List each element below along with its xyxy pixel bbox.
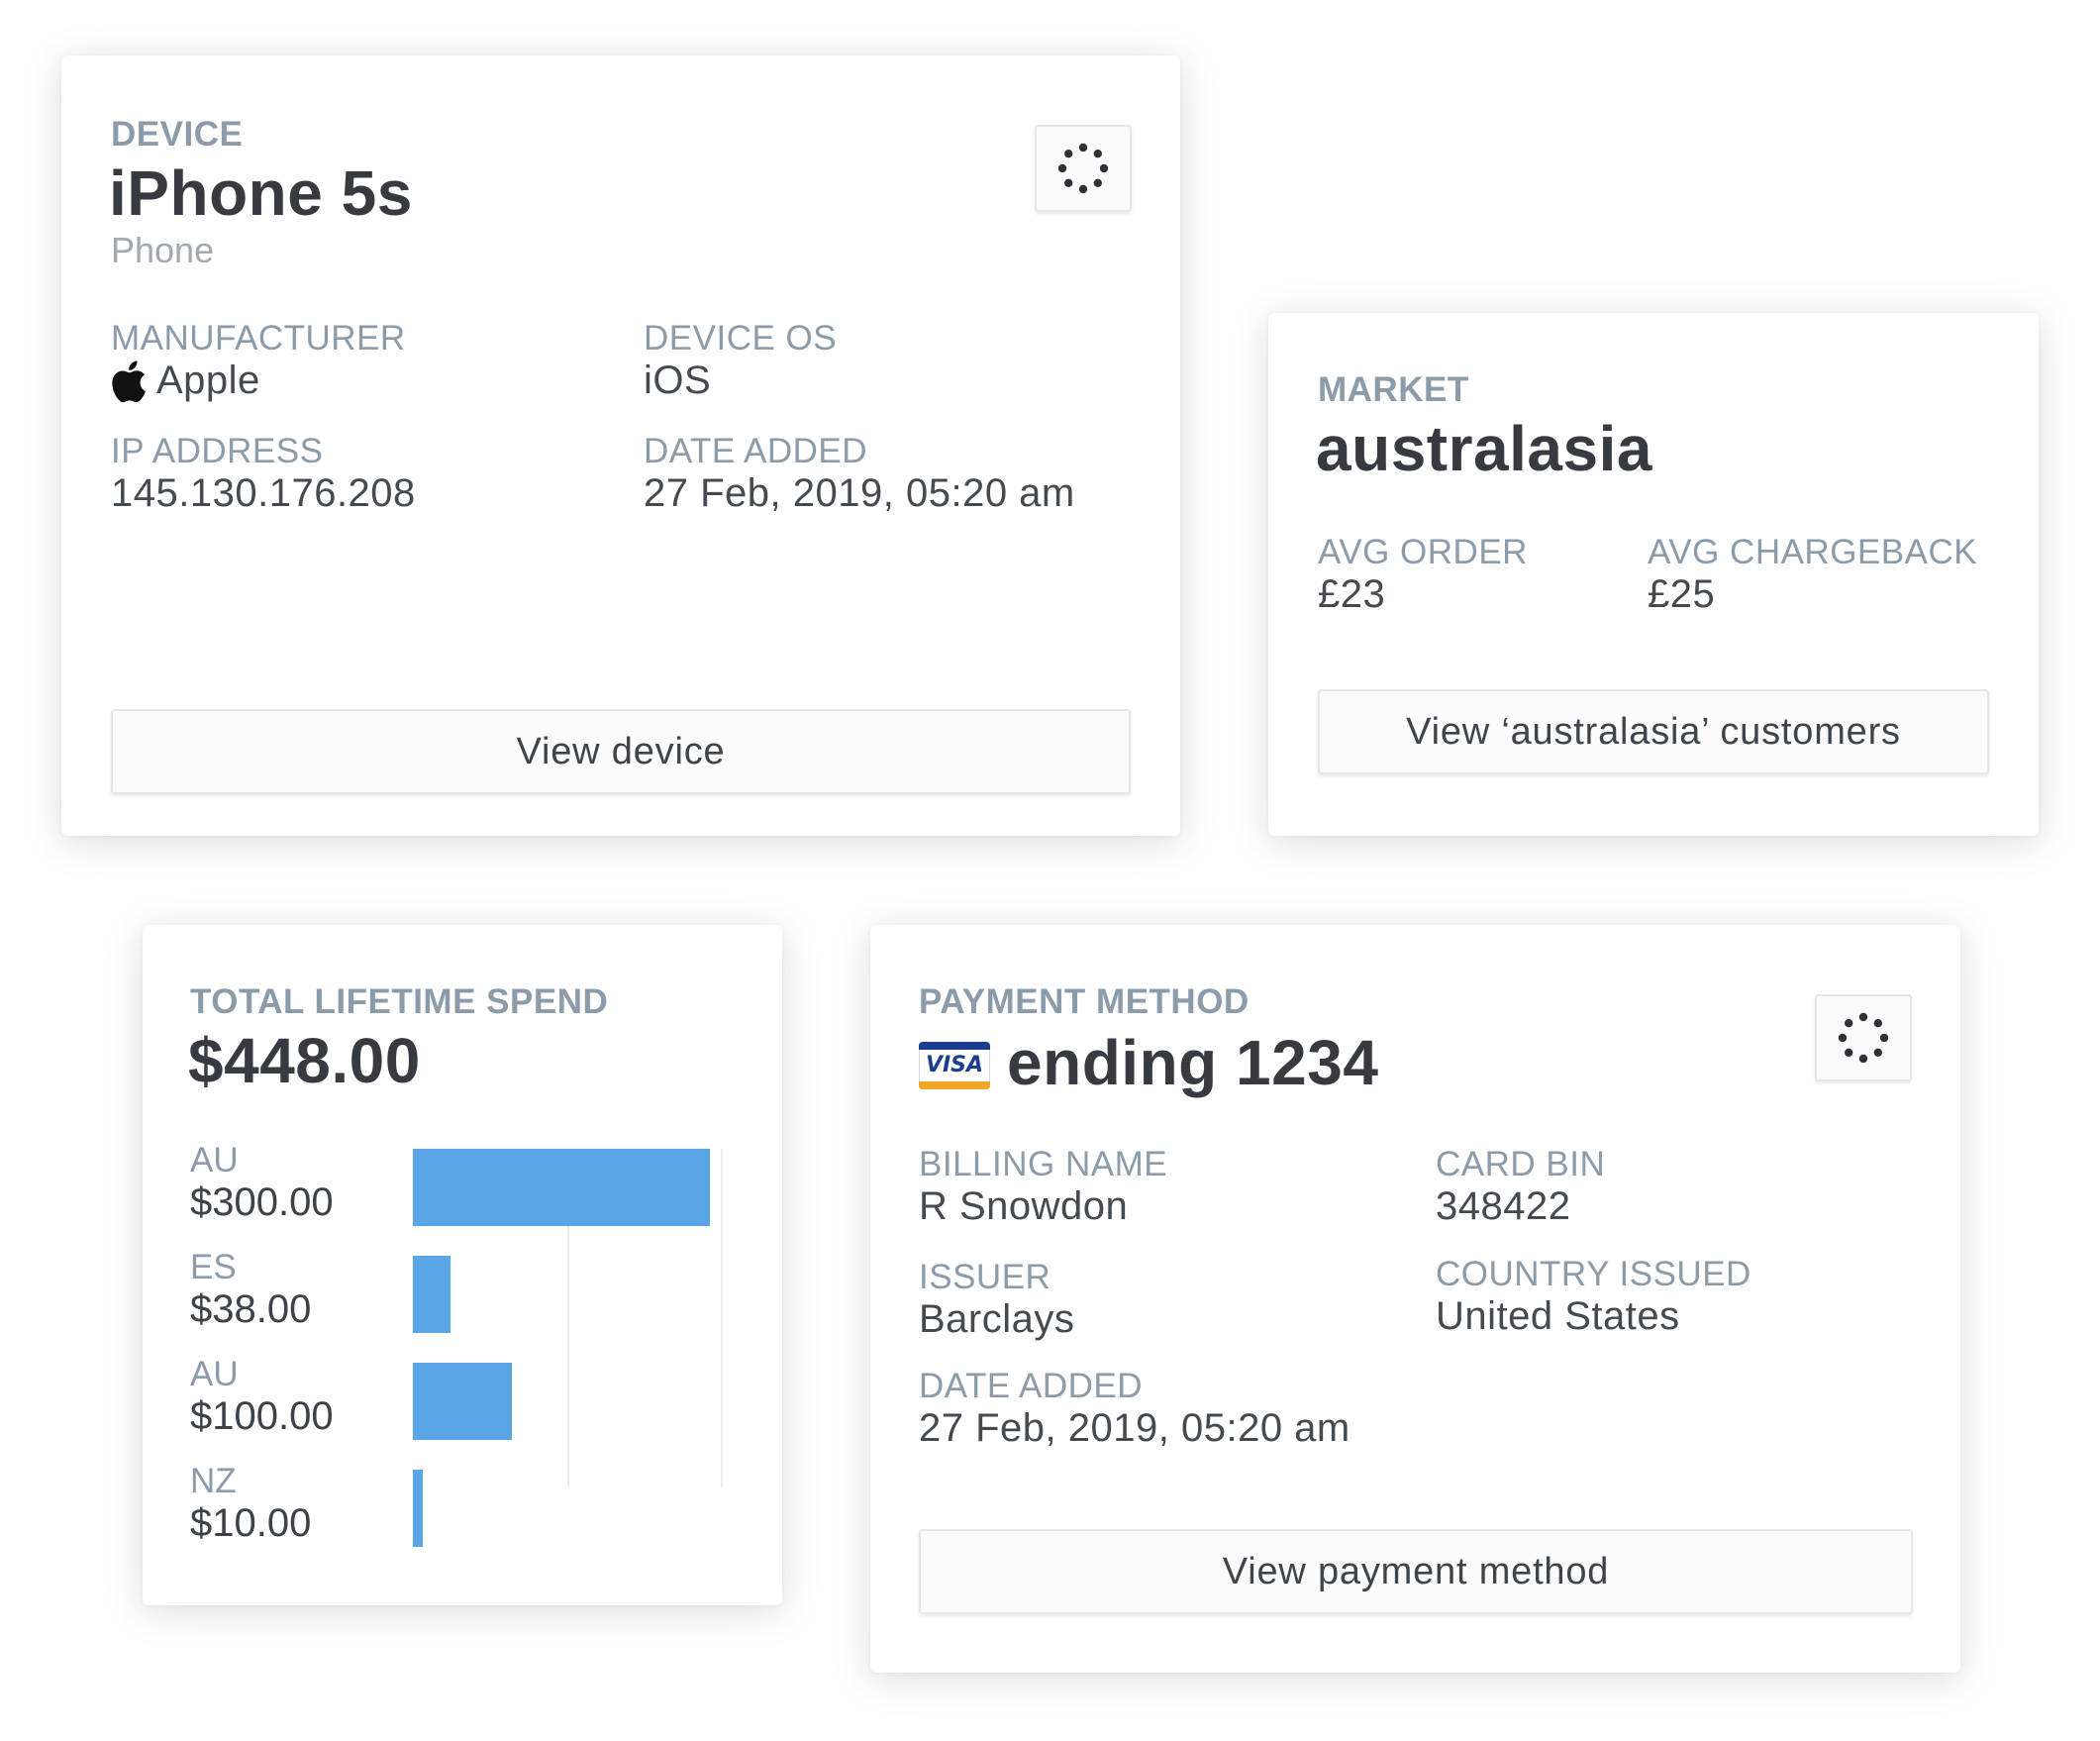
avg-chargeback-value: £25	[1648, 572, 1716, 616]
device-os-label: DEVICE OS	[644, 319, 838, 358]
manufacturer-label: MANUFACTURER	[111, 319, 406, 358]
device-date-added-label: DATE ADDED	[644, 432, 868, 470]
apple-icon	[112, 360, 146, 402]
payment-title: ending 1234	[1007, 1027, 1379, 1098]
market-eyebrow: MARKET	[1318, 370, 1469, 409]
chart-category-label: ES	[190, 1248, 237, 1286]
spend-chart: AU $300.00 ES $38.00 AU $100.00 NZ $10.00	[143, 925, 782, 1605]
country-issued-value: United States	[1436, 1294, 1680, 1338]
visa-brand-text: VISA	[925, 1053, 984, 1077]
chart-value-label: $100.00	[190, 1394, 334, 1438]
avg-order-value: £23	[1318, 572, 1386, 616]
ip-address-label: IP ADDRESS	[111, 432, 324, 470]
issuer-label: ISSUER	[919, 1258, 1051, 1296]
card-bin-label: CARD BIN	[1436, 1145, 1606, 1183]
device-eyebrow: DEVICE	[111, 115, 244, 154]
spend-card: TOTAL LIFETIME SPEND $448.00 AU $300.00 ES…	[143, 925, 782, 1605]
payment-card: PAYMENT METHOD VISA ending 1234 BILLING …	[870, 925, 1960, 1673]
device-title: iPhone 5s	[109, 157, 413, 229]
market-title: australasia	[1316, 413, 1652, 484]
card-bin-value: 348422	[1436, 1184, 1571, 1228]
chart-bar	[413, 1256, 450, 1333]
billing-name-value: R Snowdon	[919, 1184, 1129, 1228]
visa-card-icon: VISA	[919, 1042, 990, 1089]
country-issued-label: COUNTRY ISSUED	[1436, 1255, 1751, 1293]
billing-name-label: BILLING NAME	[919, 1145, 1168, 1183]
avg-order-label: AVG ORDER	[1318, 533, 1528, 571]
chart-value-label: $10.00	[190, 1501, 312, 1545]
view-market-customers-button[interactable]: View ‘australasia’ customers	[1318, 689, 1989, 774]
device-card: DEVICE iPhone 5s Phone MANUFACTURER Appl…	[61, 55, 1180, 836]
ip-address-value: 145.130.176.208	[111, 471, 416, 515]
payment-date-added-label: DATE ADDED	[919, 1367, 1144, 1405]
chart-category-label: NZ	[190, 1462, 237, 1500]
payment-eyebrow: PAYMENT METHOD	[919, 982, 1250, 1021]
avg-chargeback-label: AVG CHARGEBACK	[1648, 533, 1978, 571]
device-os-value: iOS	[644, 358, 712, 402]
chart-category-label: AU	[190, 1355, 239, 1393]
payment-action-button[interactable]	[1815, 994, 1912, 1081]
market-card: MARKET australasia AVG ORDER £23 AVG CHA…	[1268, 313, 2039, 836]
chart-bar	[413, 1470, 423, 1547]
device-action-button[interactable]	[1035, 125, 1132, 212]
issuer-value: Barclays	[919, 1297, 1075, 1341]
chart-grid-line-right	[721, 1149, 723, 1487]
chart-bar	[413, 1363, 512, 1440]
chart-category-label: AU	[190, 1141, 239, 1179]
view-payment-method-button[interactable]: View payment method	[919, 1529, 1913, 1614]
chart-bar	[413, 1149, 710, 1226]
loader-dots-icon	[1838, 1012, 1889, 1064]
payment-date-added-value: 27 Feb, 2019, 05:20 am	[919, 1406, 1350, 1450]
device-subtitle: Phone	[111, 230, 215, 270]
manufacturer-value: Apple	[156, 358, 260, 402]
view-device-button[interactable]: View device	[111, 709, 1131, 794]
device-date-added-value: 27 Feb, 2019, 05:20 am	[644, 471, 1075, 515]
loader-dots-icon	[1057, 143, 1109, 194]
chart-value-label: $38.00	[190, 1287, 312, 1331]
chart-value-label: $300.00	[190, 1180, 334, 1224]
